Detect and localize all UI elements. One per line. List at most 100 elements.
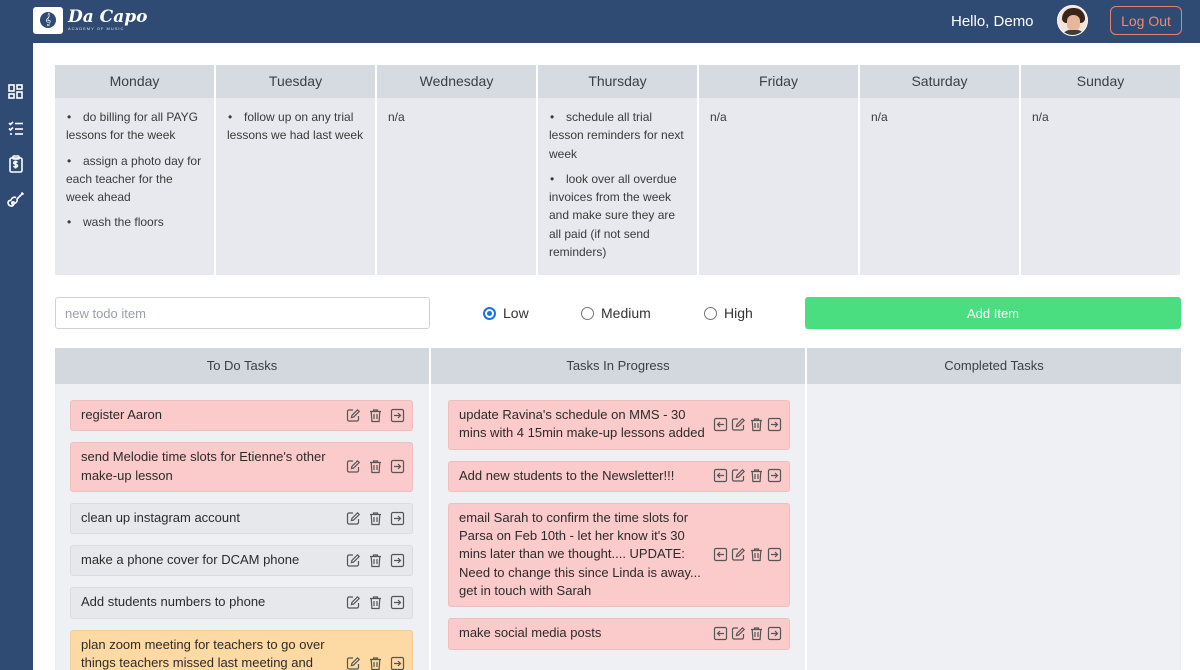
day-saturday: Saturday n/a bbox=[860, 65, 1019, 275]
priority-label: Low bbox=[503, 305, 529, 321]
task-text: plan zoom meeting for teachers to go ove… bbox=[81, 636, 325, 670]
day-sunday: Sunday n/a bbox=[1021, 65, 1180, 275]
edit-icon[interactable] bbox=[346, 511, 361, 526]
day-empty-text: n/a bbox=[710, 110, 727, 124]
task-card[interactable]: make social media posts bbox=[448, 618, 790, 650]
completed-column: Completed Tasks bbox=[807, 348, 1181, 670]
day-task: wash the floors bbox=[66, 213, 204, 231]
forward-arrow-icon[interactable] bbox=[390, 459, 405, 474]
radio-checked-icon[interactable] bbox=[483, 306, 496, 320]
day-tuesday: Tuesday follow up on any trial lessons w… bbox=[216, 65, 375, 275]
day-header: Wednesday bbox=[377, 65, 536, 98]
task-card[interactable]: register Aaron bbox=[70, 400, 413, 432]
day-empty-text: n/a bbox=[388, 110, 405, 124]
forward-arrow-icon[interactable] bbox=[767, 626, 782, 641]
day-empty-text: n/a bbox=[871, 110, 888, 124]
task-card[interactable]: send Melodie time slots for Etienne's ot… bbox=[70, 442, 413, 492]
back-arrow-icon[interactable] bbox=[713, 417, 728, 432]
sidebar bbox=[0, 43, 33, 670]
task-text: Add students numbers to phone bbox=[81, 594, 266, 610]
trash-icon[interactable] bbox=[749, 626, 764, 641]
day-header: Tuesday bbox=[216, 65, 375, 98]
brand-tagline: ACADEMY OF MUSIC bbox=[68, 26, 125, 31]
day-empty-text: n/a bbox=[1032, 110, 1049, 124]
new-todo-input[interactable] bbox=[55, 297, 430, 329]
back-arrow-icon[interactable] bbox=[713, 468, 728, 483]
edit-icon[interactable] bbox=[731, 547, 746, 562]
forward-arrow-icon[interactable] bbox=[390, 595, 405, 610]
edit-icon[interactable] bbox=[346, 459, 361, 474]
edit-icon[interactable] bbox=[731, 417, 746, 432]
task-text: register Aaron bbox=[81, 407, 162, 422]
day-monday: Monday do billing for all PAYG lessons f… bbox=[55, 65, 214, 275]
edit-icon[interactable] bbox=[346, 408, 361, 423]
logout-button[interactable]: Log Out bbox=[1110, 6, 1182, 35]
trash-icon[interactable] bbox=[368, 656, 383, 670]
forward-arrow-icon[interactable] bbox=[390, 408, 405, 423]
priority-label: Medium bbox=[601, 305, 651, 321]
task-card[interactable]: Add students numbers to phone bbox=[70, 587, 413, 619]
priority-low-radio[interactable]: Low bbox=[483, 305, 529, 321]
task-card[interactable]: update Ravina's schedule on MMS - 30 min… bbox=[448, 400, 790, 450]
trash-icon[interactable] bbox=[749, 547, 764, 562]
day-task: follow up on any trial lessons we had la… bbox=[227, 108, 365, 145]
day-header: Monday bbox=[55, 65, 214, 98]
todo-column: To Do Tasks register Aaron send Melodie t… bbox=[55, 348, 429, 670]
forward-arrow-icon[interactable] bbox=[767, 468, 782, 483]
guitar-icon[interactable] bbox=[7, 191, 25, 209]
day-header: Saturday bbox=[860, 65, 1019, 98]
trash-icon[interactable] bbox=[368, 408, 383, 423]
dashboard-icon[interactable] bbox=[7, 83, 25, 101]
task-card[interactable]: Add new students to the Newsletter!!! bbox=[448, 460, 790, 492]
logo-badge-icon: 𝄞 bbox=[33, 7, 63, 34]
trash-icon[interactable] bbox=[368, 553, 383, 568]
day-task: schedule all trial lesson reminders for … bbox=[549, 108, 687, 163]
column-header: Tasks In Progress bbox=[431, 348, 805, 384]
weekly-schedule: Monday do billing for all PAYG lessons f… bbox=[55, 65, 1181, 275]
task-card[interactable]: email Sarah to confirm the time slots fo… bbox=[448, 502, 790, 608]
radio-unchecked-icon[interactable] bbox=[581, 306, 594, 320]
logo[interactable]: 𝄞 Da Capo ACADEMY OF MUSIC bbox=[33, 7, 147, 34]
priority-high-radio[interactable]: High bbox=[704, 305, 753, 321]
checklist-icon[interactable] bbox=[7, 119, 25, 137]
edit-icon[interactable] bbox=[731, 468, 746, 483]
add-item-button[interactable]: Add Item bbox=[805, 297, 1181, 329]
task-text: send Melodie time slots for Etienne's ot… bbox=[81, 449, 326, 483]
task-text: update Ravina's schedule on MMS - 30 min… bbox=[459, 407, 705, 441]
trash-icon[interactable] bbox=[749, 417, 764, 432]
edit-icon[interactable] bbox=[346, 553, 361, 568]
back-arrow-icon[interactable] bbox=[713, 626, 728, 641]
top-navbar: 𝄞 Da Capo ACADEMY OF MUSIC Hello, Demo L… bbox=[0, 0, 1200, 43]
trash-icon[interactable] bbox=[368, 511, 383, 526]
day-friday: Friday n/a bbox=[699, 65, 858, 275]
priority-label: High bbox=[724, 305, 753, 321]
brand-name: Da Capo bbox=[68, 7, 148, 27]
task-text: Add new students to the Newsletter!!! bbox=[459, 467, 675, 483]
invoice-icon[interactable] bbox=[7, 155, 25, 173]
forward-arrow-icon[interactable] bbox=[390, 656, 405, 670]
task-board: To Do Tasks register Aaron send Melodie t… bbox=[55, 348, 1181, 670]
trash-icon[interactable] bbox=[368, 459, 383, 474]
forward-arrow-icon[interactable] bbox=[767, 547, 782, 562]
trash-icon[interactable] bbox=[368, 595, 383, 610]
column-header: To Do Tasks bbox=[55, 348, 429, 384]
task-card[interactable]: clean up instagram account bbox=[70, 502, 413, 535]
task-card[interactable]: make a phone cover for DCAM phone bbox=[70, 545, 413, 577]
day-task: look over all overdue invoices from the … bbox=[549, 170, 687, 261]
edit-icon[interactable] bbox=[346, 656, 361, 670]
column-header: Completed Tasks bbox=[807, 348, 1181, 384]
back-arrow-icon[interactable] bbox=[713, 547, 728, 562]
trash-icon[interactable] bbox=[749, 468, 764, 483]
user-greeting: Hello, Demo bbox=[951, 13, 1034, 30]
edit-icon[interactable] bbox=[731, 626, 746, 641]
forward-arrow-icon[interactable] bbox=[767, 417, 782, 432]
day-header: Sunday bbox=[1021, 65, 1180, 98]
user-avatar[interactable] bbox=[1057, 5, 1088, 36]
edit-icon[interactable] bbox=[346, 595, 361, 610]
forward-arrow-icon[interactable] bbox=[390, 511, 405, 526]
day-header: Thursday bbox=[538, 65, 697, 98]
radio-unchecked-icon[interactable] bbox=[704, 306, 717, 320]
priority-medium-radio[interactable]: Medium bbox=[581, 305, 651, 321]
task-card[interactable]: plan zoom meeting for teachers to go ove… bbox=[70, 629, 413, 670]
forward-arrow-icon[interactable] bbox=[390, 553, 405, 568]
